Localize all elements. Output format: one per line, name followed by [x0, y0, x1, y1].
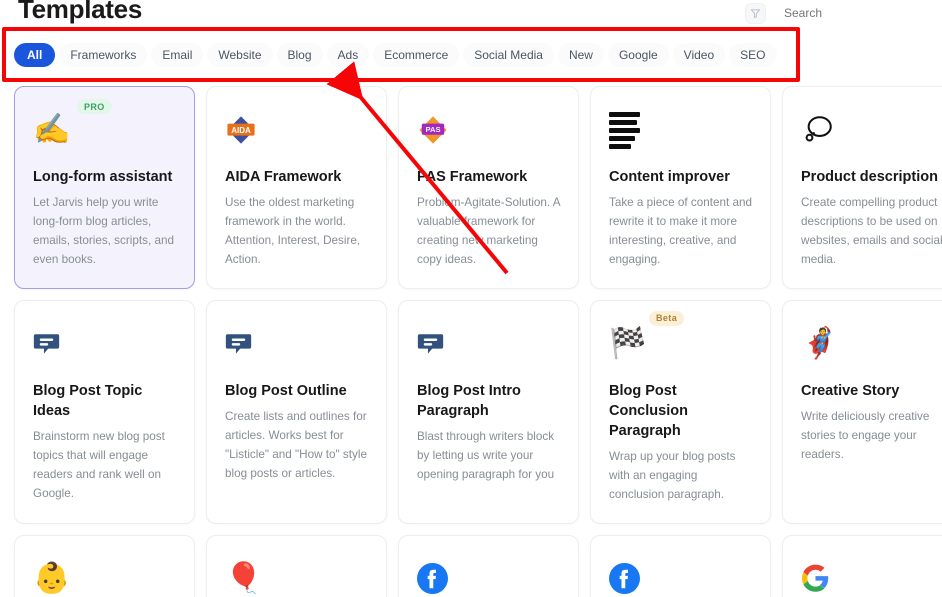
facebook-icon — [417, 556, 560, 597]
template-card-title: Blog Post Outline — [225, 382, 347, 399]
template-card[interactable]: Blog Post Outline Create lists and outlin… — [206, 299, 387, 524]
template-card-description: Take a piece of content and rewrite it t… — [609, 196, 752, 266]
template-card[interactable] — [590, 534, 771, 597]
template-card-description: Use the oldest marketing framework in th… — [225, 196, 361, 266]
template-card-description: Brainstorm new blog post topics that wil… — [33, 429, 165, 500]
facebook-icon — [609, 556, 752, 597]
superhero-icon: 🦸 — [801, 326, 839, 360]
pas-badge-icon: PAS — [417, 107, 560, 153]
template-card[interactable] — [398, 534, 579, 597]
template-card[interactable]: PRO ✍️ Long-form assistant Let Jarvis help … — [14, 86, 195, 289]
pro-badge: PRO — [77, 99, 112, 114]
template-card-title: AIDA Framework — [225, 169, 342, 185]
balloon-icon: 🎈 — [225, 561, 263, 595]
template-card-title: Long-form assistant — [33, 169, 173, 185]
template-row: 👶 🎈 — [14, 534, 942, 597]
tab-seo[interactable]: SEO — [729, 43, 777, 67]
template-card[interactable]: Product description Create compelling pro… — [782, 86, 942, 289]
aida-badge-icon: AIDA — [225, 107, 368, 153]
tab-frameworks[interactable]: Frameworks — [59, 43, 148, 67]
google-icon — [801, 556, 942, 597]
stacked-bars-icon — [609, 107, 752, 153]
template-card[interactable]: AIDA AIDA Framework Use the oldest marketi… — [206, 86, 387, 289]
template-card-description: Write deliciously creative stories to en… — [801, 409, 930, 461]
template-card-title: Creative Story — [801, 382, 900, 399]
blue-comment-icon — [225, 321, 368, 367]
template-card-title: Product description — [801, 169, 938, 185]
tab-social-media[interactable]: Social Media — [463, 43, 554, 67]
category-filter-bar: All Frameworks Email Website Blog Ads Ecommerc… — [0, 30, 942, 80]
template-card[interactable]: Blog Post Intro Paragraph Blast through w… — [398, 299, 579, 524]
template-card[interactable] — [782, 534, 942, 597]
template-card-title: Blog Post Conclusion Paragraph — [609, 382, 688, 439]
tab-website[interactable]: Website — [207, 43, 273, 67]
template-card[interactable]: 🎈 — [206, 534, 387, 597]
tab-google[interactable]: Google — [607, 43, 669, 67]
tab-ecommerce[interactable]: Ecommerce — [373, 43, 460, 67]
template-card-description: Wrap up your blog posts with an engaging… — [609, 449, 736, 501]
search-box[interactable] — [774, 2, 942, 24]
filter-icon — [750, 8, 761, 18]
template-card[interactable]: 🦸 Creative Story Write deliciously creativ… — [782, 299, 942, 524]
template-card-title: Content improver — [609, 169, 730, 185]
tab-all[interactable]: All — [14, 43, 56, 67]
blue-comment-icon — [417, 321, 560, 367]
page-title: Templates — [18, 0, 142, 24]
template-card[interactable]: 👶 — [14, 534, 195, 597]
category-tabs: All Frameworks Email Website Blog Ads Ecommerc… — [0, 30, 942, 80]
baby-icon: 👶 — [33, 561, 71, 595]
template-card-title: PAS Framework — [417, 169, 528, 185]
speech-bubble-icon — [801, 107, 942, 153]
template-card-description: Create lists and outlines for articles. … — [225, 409, 367, 480]
filter-icon-button[interactable] — [745, 2, 766, 24]
blue-comment-icon — [33, 321, 176, 367]
template-card[interactable]: Content improver Take a piece of content … — [590, 86, 771, 289]
template-card-description: Create compelling product descriptions t… — [801, 196, 942, 266]
template-card[interactable]: PAS PAS Framework Problem-Agitate-Solution… — [398, 86, 579, 289]
template-card-description: Problem-Agitate-Solution. A valuable fra… — [417, 196, 560, 266]
tab-email[interactable]: Email — [151, 43, 204, 67]
tab-new[interactable]: New — [557, 43, 604, 67]
tab-video[interactable]: Video — [672, 43, 726, 67]
header-actions — [745, 2, 942, 24]
template-row: PRO ✍️ Long-form assistant Let Jarvis help … — [14, 86, 942, 289]
tab-blog[interactable]: Blog — [276, 43, 323, 67]
page-header: Templates — [0, 0, 942, 28]
beta-badge: Beta — [649, 310, 685, 326]
tab-ads[interactable]: Ads — [326, 43, 370, 67]
template-card-title: Blog Post Topic Ideas — [33, 382, 143, 419]
template-card-title: Blog Post Intro Paragraph — [417, 382, 521, 419]
template-card[interactable]: Beta 🏁 Blog Post Conclusion Paragraph Wrap … — [590, 299, 771, 524]
template-card-description: Let Jarvis help you write long-form blog… — [33, 196, 174, 266]
svg-text:AIDA: AIDA — [231, 126, 251, 135]
search-input[interactable] — [784, 6, 942, 20]
checkered-flag-icon: 🏁 — [609, 326, 647, 360]
template-card[interactable]: Blog Post Topic Ideas Brainstorm new blog… — [14, 299, 195, 524]
template-row: Blog Post Topic Ideas Brainstorm new blog… — [14, 299, 942, 524]
template-card-description: Blast through writers block by letting u… — [417, 429, 555, 481]
svg-text:PAS: PAS — [425, 125, 440, 134]
templates-grid: PRO ✍️ Long-form assistant Let Jarvis help … — [0, 86, 942, 597]
